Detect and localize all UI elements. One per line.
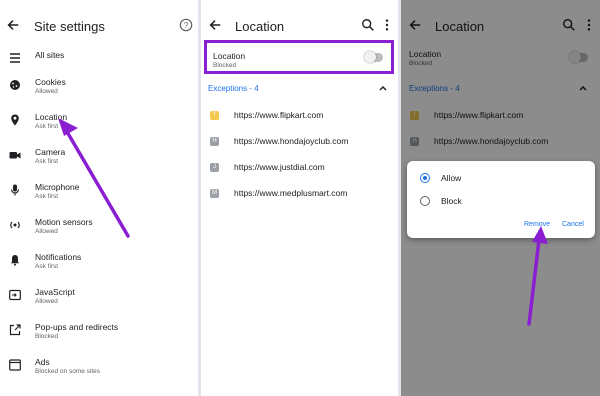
settings-item-status: Allowed (35, 88, 58, 95)
exception-site-row[interactable]: H https://www.hondajoyclub.com (201, 134, 398, 154)
settings-item-status: Ask first (35, 158, 59, 165)
motion-sensor-icon (10, 221, 20, 229)
settings-item-label: Pop-ups and redirects (35, 322, 119, 332)
help-icon[interactable]: ? (179, 18, 193, 32)
settings-item-status: Allowed (35, 228, 58, 235)
svg-text:?: ? (184, 21, 189, 30)
site-url: https://www.flipkart.com (234, 110, 324, 120)
settings-item-label: Notifications (35, 252, 82, 262)
exceptions-header[interactable]: Exceptions - 4 (208, 84, 259, 93)
settings-item-notifications[interactable]: Notifications Ask first (0, 248, 198, 280)
settings-item-status: Allowed (35, 298, 58, 305)
settings-item-status: Ask first (35, 193, 59, 200)
settings-item-ads[interactable]: Ads Blocked on some sites (0, 353, 198, 385)
settings-item-status: Ask first (35, 123, 59, 130)
settings-item-label: Microphone (35, 182, 80, 192)
exception-site-row[interactable]: J https://www.justdial.com (201, 160, 398, 180)
microphone-icon (10, 184, 20, 196)
block-radio[interactable] (420, 196, 430, 206)
cookie-icon (10, 80, 20, 90)
exception-site-row[interactable]: M https://www.medplusmart.com (201, 186, 398, 206)
remove-button[interactable]: Remove (524, 221, 550, 228)
settings-item-label: JavaScript (35, 287, 75, 297)
site-url: https://www.hondajoyclub.com (234, 136, 349, 146)
more-options-icon[interactable] (383, 18, 391, 32)
site-url: https://www.justdial.com (234, 162, 325, 172)
allow-option-label[interactable]: Allow (441, 173, 461, 183)
settings-item-label: Camera (35, 147, 66, 157)
settings-item-popups[interactable]: Pop-ups and redirects Blocked (0, 318, 198, 350)
location-setting-label: Location (213, 51, 246, 61)
camera-icon (9, 152, 21, 159)
cancel-button[interactable]: Cancel (562, 221, 584, 228)
settings-item-camera[interactable]: Camera Ask first (0, 143, 198, 175)
site-favicon-icon: J (210, 163, 219, 172)
site-favicon-icon: H (210, 137, 219, 146)
site-favicon-icon: f (210, 111, 219, 120)
settings-item-label: Cookies (35, 77, 66, 87)
bell-icon (10, 255, 20, 266)
settings-item-status: Blocked (35, 333, 59, 340)
settings-item-label: Motion sensors (35, 217, 93, 227)
search-icon[interactable] (361, 18, 375, 32)
list-icon (10, 53, 20, 63)
settings-item-label: All sites (35, 50, 65, 60)
location-panel-with-dialog: Location Location Blocked Exceptions - 4… (401, 0, 600, 396)
exception-site-row[interactable]: f https://www.flipkart.com (201, 108, 398, 128)
permission-dialog: Allow Block Remove Cancel (407, 161, 595, 238)
location-toggle-row[interactable]: Location Blocked (204, 40, 394, 74)
settings-item-javascript[interactable]: JavaScript Allowed (0, 283, 198, 315)
settings-item-motion-sensors[interactable]: Motion sensors Allowed (0, 213, 198, 245)
radio-selected-dot (422, 175, 427, 180)
settings-item-status: Blocked on some sites (35, 368, 101, 375)
settings-item-label: Ads (35, 357, 50, 367)
toggle-knob (364, 51, 376, 63)
page-title: Location (235, 19, 285, 34)
back-arrow-icon[interactable] (6, 18, 20, 32)
screenshot-frame: Site settings ? All sites Cookies Allowe… (0, 0, 600, 396)
site-settings-panel: Site settings ? All sites Cookies Allowe… (0, 0, 198, 396)
settings-item-cookies[interactable]: Cookies Allowed (0, 73, 198, 105)
allow-radio[interactable] (420, 173, 430, 183)
settings-item-location[interactable]: Location Ask first (0, 108, 198, 140)
location-toggle-switch[interactable] (364, 51, 383, 63)
page-title: Site settings (34, 19, 105, 34)
popup-icon (9, 324, 21, 336)
ads-icon (9, 359, 21, 371)
chevron-up-icon[interactable] (378, 83, 388, 93)
back-arrow-icon[interactable] (208, 18, 222, 32)
top-bar: Site settings ? (0, 0, 198, 50)
javascript-icon (9, 289, 21, 301)
location-setting-status: Blocked (213, 62, 237, 69)
site-favicon-icon: M (210, 189, 219, 198)
location-panel: Location Location Blocked Exceptions - 4… (201, 0, 398, 396)
settings-item-label: Location (35, 112, 68, 122)
site-url: https://www.medplusmart.com (234, 188, 348, 198)
block-option-label[interactable]: Block (441, 196, 462, 206)
settings-item-microphone[interactable]: Microphone Ask first (0, 178, 198, 210)
settings-item-status: Ask first (35, 263, 59, 270)
location-pin-icon (11, 114, 19, 126)
